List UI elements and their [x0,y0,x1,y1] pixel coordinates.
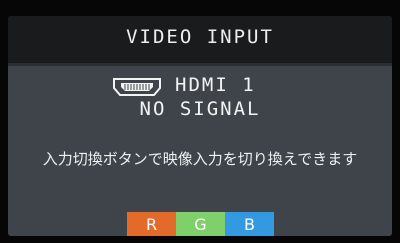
rgb-cell-b: B [225,212,274,236]
rgb-label-g: G [194,214,207,234]
hdmi-connector-icon [113,78,161,96]
rgb-color-bar: R G B [127,212,275,236]
input-label: HDMI 1 [175,74,256,96]
osd-title: VIDEO INPUT [126,26,274,48]
rgb-cell-r: R [127,212,176,236]
osd-title-bar: VIDEO INPUT [8,16,392,63]
rgb-cell-g: G [176,212,225,236]
help-message: 入力切換ボタンで映像入力を切り換えできます [42,150,358,168]
rgb-label-b: B [244,214,255,234]
osd-screen: VIDEO INPUT HDMI 1 NO SIGNAL 入力切換ボタンで映像入… [8,16,392,236]
signal-status: NO SIGNAL [139,98,261,120]
rgb-label-r: R [145,214,158,234]
input-row: HDMI 1 [8,74,392,100]
title-divider [8,63,392,66]
